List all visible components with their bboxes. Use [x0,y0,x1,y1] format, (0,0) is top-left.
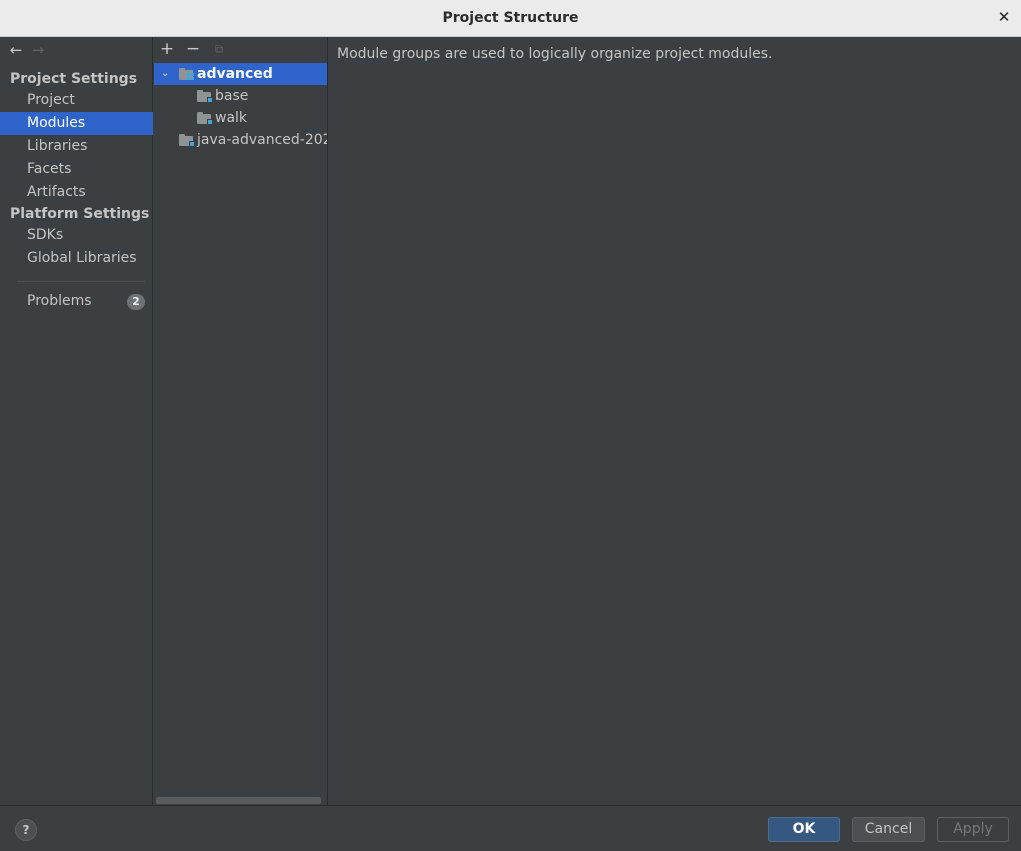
tree-node-walk[interactable]: walk [154,107,327,129]
sidebar-item-libraries[interactable]: Libraries [0,135,153,158]
copy-icon: ⧉ [214,42,224,56]
tree-node-label: base [215,88,249,104]
sidebar-item-label: Modules [27,115,86,131]
sidebar-item-artifacts[interactable]: Artifacts [0,181,153,204]
sidebar-item-label: Libraries [27,138,88,154]
tree-node-advanced[interactable]: ⌄ advanced [154,63,327,85]
module-folder-icon [197,112,213,125]
tree-node-label: walk [215,110,248,126]
tree-toolbar: + − ⧉ [154,37,327,61]
sidebar-item-label: Problems [27,293,92,309]
horizontal-scrollbar[interactable] [156,797,321,804]
remove-icon[interactable]: − [183,39,203,59]
dialog-button-bar: ? OK Cancel Apply [0,805,1021,851]
add-icon[interactable]: + [157,39,177,59]
apply-button: Apply [937,817,1009,842]
module-group-icon [179,68,194,80]
forward-arrow-icon: → [31,41,45,59]
title-bar: Project Structure ✕ [0,0,1021,37]
cancel-button[interactable]: Cancel [852,817,925,842]
sidebar-item-global-libraries[interactable]: Global Libraries [0,247,153,270]
close-icon[interactable]: ✕ [996,8,1012,26]
platform-settings-heading: Platform Settings [10,206,150,222]
sidebar-item-label: SDKs [27,227,64,243]
tree-node-base[interactable]: base [154,85,327,107]
tree-node-label: java-advanced-2021 [197,132,328,148]
sidebar-item-label: Artifacts [27,184,86,200]
sidebar-item-project[interactable]: Project [0,89,153,112]
nav-arrows: ← → [6,41,48,61]
tree-node-label: advanced [197,66,273,82]
sidebar-item-modules[interactable]: Modules [0,112,153,135]
sidebar-divider [17,281,145,282]
settings-sidebar: ← → Project Settings Project Modules Libr… [0,37,153,805]
sidebar-item-label: Global Libraries [27,250,137,266]
module-groups-description: Module groups are used to logically orga… [337,46,773,62]
chevron-down-icon[interactable]: ⌄ [161,63,173,85]
module-folder-icon [197,90,213,103]
back-arrow-icon[interactable]: ← [6,41,26,59]
sidebar-item-facets[interactable]: Facets [0,158,153,181]
sidebar-item-problems[interactable]: Problems 2 [0,290,153,313]
sidebar-item-label: Project [27,92,75,108]
sidebar-item-sdks[interactable]: SDKs [0,224,153,247]
module-folder-icon [179,134,195,147]
problems-count-badge: 2 [127,294,145,310]
tree-node-java-advanced-2021[interactable]: java-advanced-2021 [154,129,328,151]
details-panel: Module groups are used to logically orga… [329,37,1021,805]
module-tree-panel: + − ⧉ ⌄ advanced base walk java-advanced… [154,37,328,805]
window-title: Project Structure [442,10,579,26]
help-icon[interactable]: ? [15,819,37,841]
project-settings-heading: Project Settings [10,71,138,87]
sidebar-item-label: Facets [27,161,72,177]
ok-button[interactable]: OK [768,817,840,842]
